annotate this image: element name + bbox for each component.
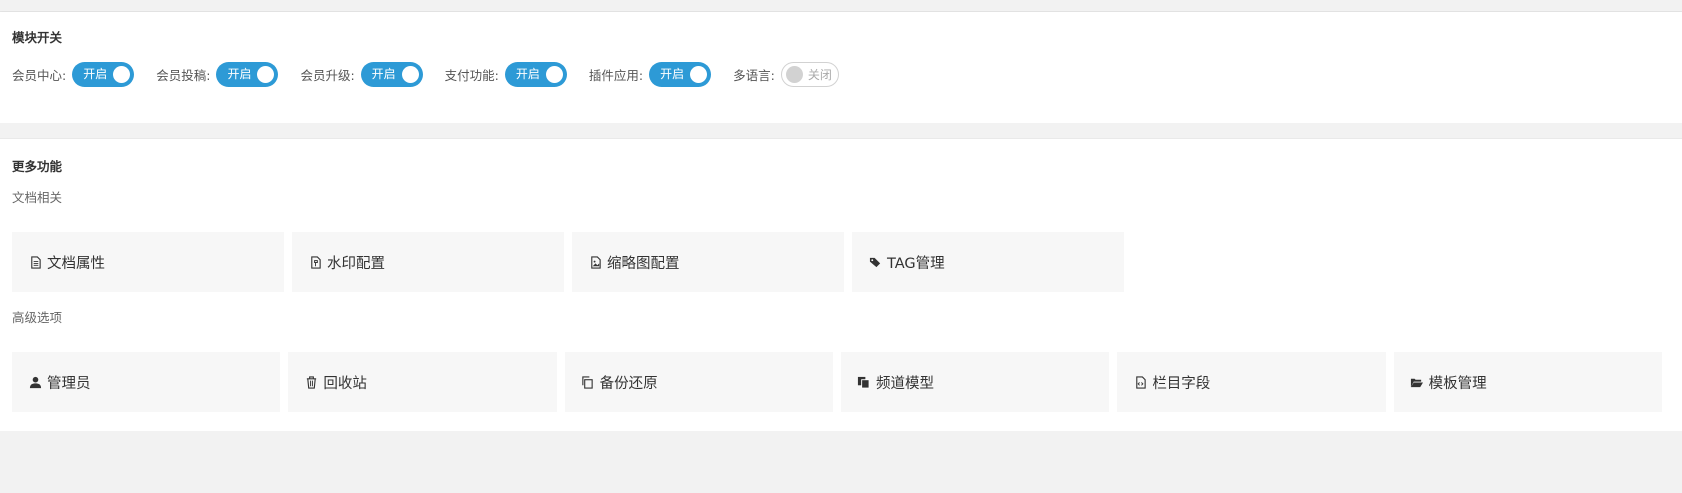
tag-manage-card[interactable]: TAG管理 <box>852 232 1124 292</box>
file-watermark-icon <box>308 255 322 269</box>
toggle-state: 开启 <box>371 66 396 81</box>
switch-payment: 支付功能: 开启 <box>444 61 567 87</box>
toggle-state: 关闭 <box>807 67 832 82</box>
card-label: 模板管理 <box>1428 375 1487 392</box>
switch-label: 会员投稿: <box>156 67 211 83</box>
card-label: 备份还原 <box>599 375 658 392</box>
member-upgrade-toggle[interactable]: 开启 <box>360 61 423 87</box>
file-code-icon <box>1133 375 1147 389</box>
top-strip <box>0 0 1682 12</box>
trash-icon <box>304 375 318 389</box>
switch-label: 多语言: <box>733 67 775 83</box>
switch-member-submit: 会员投稿: 开启 <box>156 61 279 87</box>
toggle-state: 开启 <box>83 66 108 81</box>
member-center-toggle[interactable]: 开启 <box>72 61 135 87</box>
admin-card[interactable]: 管理员 <box>12 352 281 412</box>
copy-icon <box>581 375 595 389</box>
module-switch-panel: 模块开关 会员中心: 开启 会员投稿: 开启 会员升级: 开启 支付功能: 开启… <box>0 12 1682 123</box>
switch-plugins: 插件应用: 开启 <box>588 61 712 87</box>
switch-row: 会员中心: 开启 会员投稿: 开启 会员升级: 开启 支付功能: 开启 插件应用… <box>12 61 1670 87</box>
toggle-state: 开启 <box>515 66 540 81</box>
multilang-toggle[interactable]: 关闭 <box>780 61 839 87</box>
toggle-state: 开启 <box>660 66 685 81</box>
toggle-knob <box>785 65 803 83</box>
adv-card-row: 管理员 回收站 备份还原 频道模型 栏目字段 模板管理 <box>12 352 1670 412</box>
switch-multilang: 多语言: 关闭 <box>733 61 839 87</box>
template-manage-card[interactable]: 模板管理 <box>1393 352 1662 412</box>
card-label: 管理员 <box>47 375 91 392</box>
switch-member-upgrade: 会员升级: 开启 <box>300 61 423 87</box>
more-features-panel: 更多功能 文档相关 文档属性 水印配置 缩略图配置 TAG管理 高级选项 管理员… <box>0 139 1682 431</box>
switch-member-center: 会员中心: 开启 <box>12 61 135 87</box>
toggle-knob <box>401 65 419 83</box>
switch-label: 会员升级: <box>300 67 355 83</box>
switch-label: 会员中心: <box>12 67 67 83</box>
member-submit-toggle[interactable]: 开启 <box>216 61 279 87</box>
switch-label: 支付功能: <box>444 67 499 83</box>
doc-card-row: 文档属性 水印配置 缩略图配置 TAG管理 <box>12 232 1670 292</box>
column-field-card[interactable]: 栏目字段 <box>1117 352 1386 412</box>
toggle-state: 开启 <box>227 66 252 81</box>
payment-toggle[interactable]: 开启 <box>504 61 567 87</box>
recycle-bin-card[interactable]: 回收站 <box>288 352 557 412</box>
toggle-knob <box>545 65 563 83</box>
channel-model-card[interactable]: 频道模型 <box>840 352 1110 412</box>
card-label: TAG管理 <box>887 255 945 272</box>
card-label: 栏目字段 <box>1152 375 1211 392</box>
toggle-knob <box>690 65 708 83</box>
file-text-icon <box>28 255 42 269</box>
user-icon <box>28 375 42 389</box>
toggle-knob <box>113 65 131 83</box>
module-switch-title: 模块开关 <box>12 30 63 45</box>
card-label: 回收站 <box>323 375 367 392</box>
plugins-toggle[interactable]: 开启 <box>649 61 712 87</box>
doc-group-label: 文档相关 <box>12 190 63 205</box>
toggle-knob <box>257 65 275 83</box>
doc-attributes-card[interactable]: 文档属性 <box>12 232 284 292</box>
thumbnail-card[interactable]: 缩略图配置 <box>572 232 844 292</box>
image-icon <box>588 255 602 269</box>
panel-gap <box>0 123 1682 139</box>
more-features-title: 更多功能 <box>12 159 63 174</box>
switch-label: 插件应用: <box>588 67 644 83</box>
card-label: 文档属性 <box>47 255 105 272</box>
adv-group-label: 高级选项 <box>12 310 63 325</box>
card-label: 水印配置 <box>327 255 385 272</box>
tags-icon <box>868 255 882 269</box>
card-label: 频道模型 <box>875 375 934 392</box>
backup-restore-card[interactable]: 备份还原 <box>564 352 833 412</box>
files-icon <box>857 375 871 389</box>
folder-open-icon <box>1410 375 1424 389</box>
card-label: 缩略图配置 <box>607 255 680 272</box>
watermark-card[interactable]: 水印配置 <box>292 232 564 292</box>
